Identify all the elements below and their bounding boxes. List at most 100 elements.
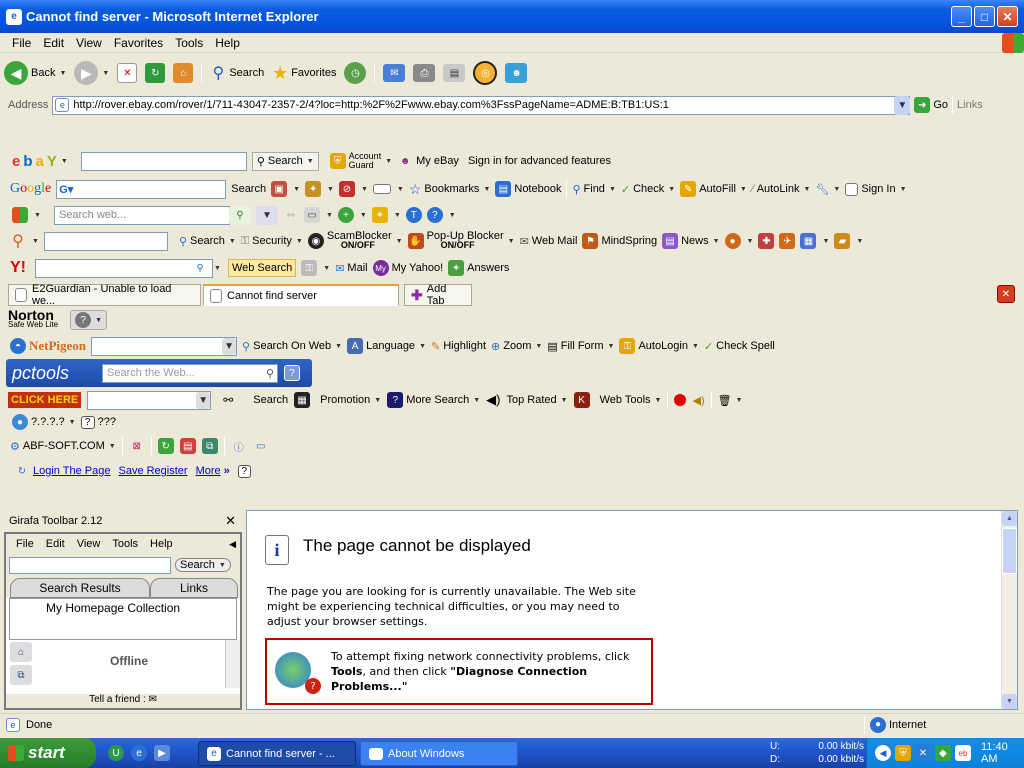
- news-icon[interactable]: ▣: [271, 181, 288, 197]
- search-button[interactable]: ⚲ Search: [210, 65, 264, 82]
- links-label[interactable]: Links: [957, 99, 983, 111]
- shield-icon[interactable]: ⛨: [895, 745, 911, 761]
- add-tab-button[interactable]: ✚ Add Tab: [404, 283, 472, 307]
- edit-icon[interactable]: ▤: [443, 64, 466, 82]
- quicklaunch-ie-icon[interactable]: e: [131, 745, 147, 761]
- search-on-web-button[interactable]: ⚲ Search On Web ▼: [242, 340, 342, 353]
- info-icon[interactable]: ⓘ: [231, 438, 247, 454]
- taskbar-item-ie[interactable]: e Cannot find server - ...: [198, 741, 356, 766]
- save-register-link[interactable]: Save Register: [118, 465, 187, 477]
- abf-logo[interactable]: ⚙ ABF-SOFT.COM ▼: [10, 440, 116, 453]
- question-button[interactable]: ????: [80, 415, 116, 429]
- stop-icon[interactable]: ✕: [117, 63, 138, 83]
- check-spell-button[interactable]: ✓ Check Spell: [704, 340, 775, 353]
- bookmarks-button[interactable]: ☆ Bookmarks ▼: [409, 181, 491, 198]
- plus-icon[interactable]: +: [337, 207, 354, 223]
- help-icon[interactable]: ?: [426, 207, 443, 223]
- mail-icon[interactable]: ✉: [383, 64, 406, 82]
- top-rated-button[interactable]: Top Rated ▼: [506, 394, 567, 406]
- address-input[interactable]: e http://rover.ebay.com/rover/1/711-4304…: [52, 95, 911, 115]
- popup-blocker-icon[interactable]: ⊘: [338, 181, 355, 197]
- account-guard-button[interactable]: ⛨ Account Guard ▼: [329, 152, 392, 170]
- yahoo-logo[interactable]: Y!: [10, 259, 26, 277]
- tab-links[interactable]: Links: [150, 578, 238, 598]
- menu-view[interactable]: View: [76, 36, 102, 50]
- ebay-search-input[interactable]: [80, 151, 247, 171]
- copy-icon[interactable]: ⧉: [201, 438, 218, 454]
- history-icon[interactable]: ◷: [344, 62, 367, 84]
- globe-button[interactable]: ●?.?.?.? ▼: [12, 414, 76, 430]
- menu-tools[interactable]: Tools: [175, 36, 203, 50]
- back-button[interactable]: ◀ Back ▼: [4, 61, 66, 85]
- webmail-button[interactable]: ✉ Web Mail: [520, 235, 578, 248]
- msn-search-input[interactable]: Search web...: [53, 205, 230, 225]
- search-options-icon[interactable]: ▼: [255, 205, 278, 225]
- close-button[interactable]: ✕: [997, 6, 1018, 27]
- google-signin-button[interactable]: Sign In ▼: [845, 182, 907, 196]
- travel-icon[interactable]: ✈: [779, 233, 796, 249]
- menu-file[interactable]: File: [12, 36, 31, 50]
- help-icon[interactable]: ?: [284, 365, 300, 381]
- plugin-icon[interactable]: ◆: [935, 745, 951, 761]
- norton-rating-button[interactable]: ? ▼: [70, 310, 108, 330]
- messenger-icon[interactable]: ☻: [505, 63, 528, 83]
- search-icon[interactable]: ⚲: [228, 205, 251, 225]
- collapse-icon[interactable]: ◀: [229, 539, 236, 550]
- shopping-icon[interactable]: ▦: [800, 233, 817, 249]
- window-icon[interactable]: ⧉: [10, 665, 32, 685]
- taskbar-item-about[interactable]: About Windows: [360, 741, 518, 766]
- scroll-thumb[interactable]: [1002, 528, 1017, 574]
- autolink-button[interactable]: ⁄ AutoLink ▼: [752, 183, 811, 195]
- girafa-menu-help[interactable]: Help: [150, 538, 173, 550]
- tab-e2guardian[interactable]: E2Guardian - Unable to load we...: [8, 283, 201, 307]
- web-tools-button[interactable]: Web Tools ▼: [600, 394, 662, 406]
- answers-button[interactable]: ✦ Answers: [448, 260, 509, 276]
- go-button[interactable]: ➜ Go: [914, 97, 948, 113]
- arrows-icon[interactable]: ⇿: [283, 207, 299, 223]
- refresh-icon[interactable]: ↻: [145, 63, 166, 83]
- maximize-button[interactable]: □: [974, 6, 995, 27]
- minimize-button[interactable]: _: [951, 6, 972, 27]
- translate-icon[interactable]: T: [405, 207, 422, 223]
- earthlink-logo-icon[interactable]: ⚲: [10, 233, 26, 250]
- forward-button[interactable]: ▶ ▼: [74, 61, 109, 85]
- earthlink-search-button[interactable]: ⚲ Search ▼: [179, 235, 236, 248]
- network-icon[interactable]: ✕: [915, 745, 931, 761]
- close-icon[interactable]: ✕: [225, 513, 236, 529]
- lock-icon[interactable]: ⚿: [301, 260, 318, 276]
- clickhere-search-button[interactable]: Search: [253, 394, 288, 406]
- help-icon[interactable]: ?: [237, 464, 251, 478]
- blank-icon[interactable]: [372, 184, 391, 194]
- tab-search-results[interactable]: Search Results: [10, 578, 150, 598]
- media-icon[interactable]: ◎: [473, 61, 498, 85]
- trash-button[interactable]: 🗑︎ ▼: [718, 394, 743, 407]
- autofill-button[interactable]: ✎ AutoFill ▼: [680, 181, 747, 197]
- document-icon[interactable]: ▤: [179, 438, 196, 454]
- favorites-button[interactable]: ★ Favorites: [272, 63, 336, 83]
- yahoo-search-input[interactable]: [35, 258, 213, 278]
- close-tab-icon[interactable]: ✕: [997, 285, 1015, 303]
- refresh-icon[interactable]: ↻: [157, 438, 174, 454]
- chat-icon[interactable]: ▭: [253, 438, 269, 454]
- window-icon[interactable]: ▭: [303, 207, 320, 223]
- girafa-menu-edit[interactable]: Edit: [46, 538, 65, 550]
- more-search-button[interactable]: ? More Search ▼: [387, 392, 480, 408]
- tab-cannot-find-server[interactable]: Cannot find server: [203, 284, 399, 306]
- spellcheck-button[interactable]: ✓ Check ▼: [621, 183, 675, 196]
- highlight-button[interactable]: ✎ Highlight: [431, 340, 486, 353]
- find-button[interactable]: ⚲ Find ▼: [572, 183, 615, 196]
- google-logo[interactable]: Google: [10, 181, 51, 197]
- pctools-search-input[interactable]: Search the Web... ⚲: [102, 363, 278, 383]
- puzzle-icon[interactable]: ✦: [305, 181, 322, 197]
- ebay-signin-link[interactable]: Sign in for advanced features: [468, 155, 611, 167]
- menu-favorites[interactable]: Favorites: [114, 36, 163, 50]
- quicklaunch-media-icon[interactable]: ▶: [154, 745, 170, 761]
- pctools-logo[interactable]: pctools: [12, 363, 96, 384]
- menu-edit[interactable]: Edit: [43, 36, 64, 50]
- yahoo-mail-button[interactable]: ✉ Mail: [335, 262, 367, 275]
- search-icon[interactable]: ⚲: [192, 260, 208, 276]
- start-button[interactable]: start: [0, 738, 96, 768]
- login-page-link[interactable]: ↻ Login The Page: [14, 463, 111, 479]
- more-link[interactable]: More»: [196, 465, 230, 477]
- girafa-menu-file[interactable]: File: [16, 538, 34, 550]
